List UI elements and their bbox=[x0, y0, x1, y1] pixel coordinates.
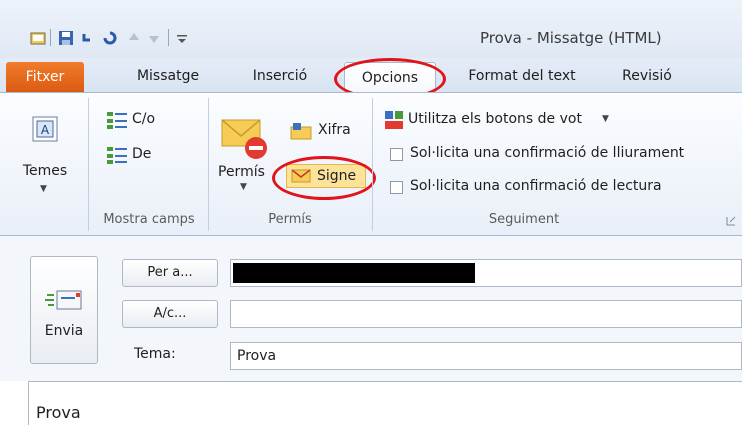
cc-field[interactable] bbox=[230, 300, 742, 328]
voting-label: Utilitza els botons de vot bbox=[408, 111, 582, 127]
read-receipt-label: Sol·licita una confirmació de lectura bbox=[410, 178, 662, 194]
cc-button[interactable]: A/c... bbox=[122, 300, 218, 328]
themes-button[interactable]: A Temes ▼ bbox=[22, 102, 74, 202]
subject-label: Tema: bbox=[134, 346, 176, 362]
chevron-down-icon: ▼ bbox=[240, 182, 247, 192]
dialog-launcher-icon[interactable] bbox=[726, 216, 736, 226]
save-icon[interactable] bbox=[58, 30, 74, 46]
undo-icon[interactable] bbox=[80, 30, 96, 46]
message-body-text: Prova bbox=[36, 403, 81, 422]
tab-format-text[interactable]: Format del text bbox=[458, 64, 586, 88]
themes-label: Temes bbox=[22, 163, 68, 179]
tab-review[interactable]: Revisió bbox=[612, 64, 682, 88]
tab-insert[interactable]: Inserció bbox=[240, 64, 320, 88]
group-label-show-fields: Mostra camps bbox=[103, 212, 195, 227]
redo-icon[interactable] bbox=[102, 30, 118, 46]
list-icon bbox=[107, 112, 127, 129]
send-label: Envia bbox=[44, 323, 84, 339]
up-arrow-icon[interactable] bbox=[126, 30, 142, 46]
message-body[interactable] bbox=[28, 381, 742, 425]
delivery-receipt-checkbox[interactable] bbox=[390, 148, 403, 161]
send-button[interactable]: Envia bbox=[30, 256, 98, 364]
group-separator bbox=[372, 98, 373, 231]
envelope-restricted-icon bbox=[221, 119, 267, 159]
permission-button[interactable]: Permís ▼ bbox=[218, 108, 270, 204]
down-arrow-icon[interactable] bbox=[146, 30, 162, 46]
customize-icon[interactable] bbox=[174, 30, 190, 46]
chevron-down-icon: ▼ bbox=[40, 184, 47, 194]
group-separator bbox=[208, 98, 209, 231]
themes-icon: A bbox=[32, 116, 58, 142]
annotation-circle-sign bbox=[272, 156, 376, 200]
to-button[interactable]: Per a... bbox=[122, 259, 218, 287]
group-label-permission: Permís bbox=[268, 212, 312, 227]
qat-separator bbox=[50, 29, 51, 46]
encrypt-icon bbox=[290, 123, 312, 140]
permission-label: Permís bbox=[218, 164, 265, 180]
tab-file[interactable]: Fitxer bbox=[6, 62, 84, 92]
svg-text:A: A bbox=[41, 123, 50, 137]
voting-icon bbox=[385, 111, 403, 129]
group-label-tracking: Seguiment bbox=[488, 212, 560, 227]
group-separator bbox=[88, 98, 89, 231]
redacted-recipient bbox=[233, 263, 475, 283]
tab-message[interactable]: Missatge bbox=[122, 64, 214, 88]
qat-separator bbox=[168, 29, 169, 46]
cc-label: C/o bbox=[132, 111, 156, 127]
window-title: Prova - Missatge (HTML) bbox=[480, 29, 662, 47]
to-field[interactable] bbox=[230, 259, 742, 287]
encrypt-label: Xifra bbox=[318, 122, 351, 138]
read-receipt-checkbox[interactable] bbox=[390, 181, 403, 194]
chevron-down-icon: ▼ bbox=[602, 114, 609, 124]
delivery-receipt-label: Sol·licita una confirmació de lliurament bbox=[410, 145, 685, 161]
subject-field[interactable]: Prova bbox=[230, 342, 742, 370]
list-icon bbox=[107, 147, 127, 164]
outlook-icon[interactable] bbox=[30, 30, 46, 46]
from-label: De bbox=[132, 146, 152, 162]
subject-field-value: Prova bbox=[237, 348, 277, 364]
send-icon bbox=[45, 290, 82, 310]
